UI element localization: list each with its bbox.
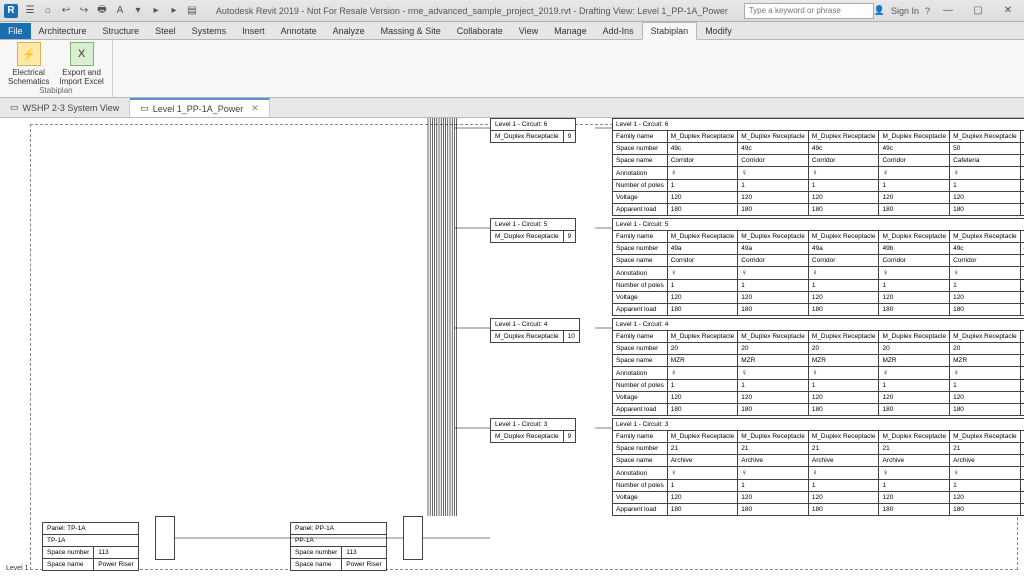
- ribbon-tab-insert[interactable]: Insert: [234, 23, 273, 39]
- receptacle-icon: ♀: [812, 268, 818, 277]
- receptacle-icon: ♀: [882, 168, 888, 177]
- qat-item[interactable]: ▤: [184, 3, 200, 19]
- minimize-button[interactable]: —: [936, 2, 960, 20]
- ribbon-tab-file[interactable]: File: [0, 23, 31, 39]
- ribbon-tab-modify[interactable]: Modify: [697, 23, 740, 39]
- ribbon-tab-architecture[interactable]: Architecture: [31, 23, 95, 39]
- app-logo: R: [4, 4, 18, 18]
- ribbon-group-stabiplan: ⚡ Electrical Schematics X Export and Imp…: [0, 40, 113, 97]
- close-button[interactable]: ✕: [996, 2, 1020, 20]
- view-tabs: ▭WSHP 2-3 System View▭Level 1_PP-1A_Powe…: [0, 98, 1024, 118]
- receptacle-icon: ♀: [741, 368, 747, 377]
- receptacle-icon: ♀: [671, 168, 677, 177]
- circuit-schedule-table: Level 1 - Circuit: 6Family nameM_Duplex …: [612, 118, 1024, 216]
- receptacle-icon: ♀: [953, 168, 959, 177]
- circuit-mini-table: Level 1 - Circuit: 4M_Duplex Receptacle1…: [490, 318, 580, 343]
- ribbon-tab-collaborate[interactable]: Collaborate: [449, 23, 511, 39]
- circuit-schedule-table: Level 1 - Circuit: 5Family nameM_Duplex …: [612, 218, 1024, 316]
- receptacle-icon: ♀: [882, 268, 888, 277]
- receptacle-icon: ♀: [671, 368, 677, 377]
- export-import-excel-button[interactable]: X Export and Import Excel: [59, 42, 103, 86]
- view-icon: ▭: [140, 103, 149, 114]
- circuit-mini-table: Level 1 - Circuit: 5M_Duplex Receptacle9: [490, 218, 576, 243]
- receptacle-icon: ♀: [953, 268, 959, 277]
- receptacle-icon: ♀: [671, 468, 677, 477]
- qat-item[interactable]: 🖶: [94, 3, 110, 19]
- sign-in-link[interactable]: Sign In: [891, 6, 919, 16]
- receptacle-icon: ♀: [812, 168, 818, 177]
- ribbon-tab-systems[interactable]: Systems: [184, 23, 235, 39]
- circuit-mini-table: Level 1 - Circuit: 3M_Duplex Receptacle9: [490, 418, 576, 443]
- circuit-mini-table: Level 1 - Circuit: 6M_Duplex Receptacle9: [490, 118, 576, 143]
- ribbon-tab-view[interactable]: View: [511, 23, 546, 39]
- title-bar: R ☰⌂↩↪🖶A▾▸▸▤ Autodesk Revit 2019 - Not F…: [0, 0, 1024, 22]
- panel-table-pp1a: Panel: PP-1A PP-1A Space number113 Space…: [290, 522, 387, 571]
- qat-item[interactable]: A: [112, 3, 128, 19]
- ribbon-tab-structure[interactable]: Structure: [95, 23, 148, 39]
- view-tab[interactable]: ▭WSHP 2-3 System View: [0, 99, 130, 116]
- qat-item[interactable]: ▸: [166, 3, 182, 19]
- ribbon-tab-stabiplan[interactable]: Stabiplan: [642, 22, 698, 40]
- ribbon-tab-annotate[interactable]: Annotate: [273, 23, 325, 39]
- qat-item[interactable]: ↪: [76, 3, 92, 19]
- panel-table-tp1a: Panel: TP-1A TP-1A Space number113 Space…: [42, 522, 139, 571]
- help-icon[interactable]: ?: [925, 6, 930, 16]
- quick-access-toolbar: ☰⌂↩↪🖶A▾▸▸▤: [22, 3, 200, 19]
- ribbon-tab-massing-site[interactable]: Massing & Site: [373, 23, 449, 39]
- window-title: Autodesk Revit 2019 - Not For Resale Ver…: [200, 6, 744, 16]
- ribbon-tab-steel[interactable]: Steel: [147, 23, 184, 39]
- panel-symbol-tp1a: [155, 516, 175, 560]
- maximize-button[interactable]: ▢: [966, 2, 990, 20]
- ribbon-tab-add-ins[interactable]: Add-Ins: [595, 23, 642, 39]
- qat-item[interactable]: ↩: [58, 3, 74, 19]
- circuit-schedule-table: Level 1 - Circuit: 4Family nameM_Duplex …: [612, 318, 1024, 416]
- titlebar-right: 👤 Sign In ? — ▢ ✕: [874, 2, 1020, 20]
- ribbon-panel: ⚡ Electrical Schematics X Export and Imp…: [0, 40, 1024, 98]
- qat-item[interactable]: ▾: [130, 3, 146, 19]
- excel-icon: X: [70, 42, 94, 66]
- receptacle-icon: ♀: [671, 268, 677, 277]
- search-input[interactable]: [744, 3, 874, 19]
- close-tab-icon[interactable]: ✕: [251, 103, 259, 114]
- schematics-icon: ⚡: [17, 42, 41, 66]
- ribbon-tab-analyze[interactable]: Analyze: [325, 23, 373, 39]
- qat-item[interactable]: ☰: [22, 3, 38, 19]
- circuit-schedule-table: Level 1 - Circuit: 3Family nameM_Duplex …: [612, 418, 1024, 516]
- login-icon[interactable]: 👤: [874, 5, 885, 16]
- view-icon: ▭: [10, 102, 19, 113]
- receptacle-icon: ♀: [953, 468, 959, 477]
- receptacle-icon: ♀: [741, 268, 747, 277]
- ribbon-tab-manage[interactable]: Manage: [546, 23, 595, 39]
- view-tab[interactable]: ▭Level 1_PP-1A_Power✕: [130, 98, 270, 117]
- receptacle-icon: ♀: [741, 168, 747, 177]
- ribbon-tabs: FileArchitectureStructureSteelSystemsIns…: [0, 22, 1024, 40]
- electrical-schematics-button[interactable]: ⚡ Electrical Schematics: [8, 42, 49, 86]
- level-label: Level 1: [6, 565, 29, 572]
- panel-symbol-pp1a: [403, 516, 423, 560]
- qat-item[interactable]: ⌂: [40, 3, 56, 19]
- receptacle-icon: ♀: [812, 368, 818, 377]
- receptacle-icon: ♀: [953, 368, 959, 377]
- receptacle-icon: ♀: [741, 468, 747, 477]
- receptacle-icon: ♀: [812, 468, 818, 477]
- drafting-canvas[interactable]: ⬚ Level 1 Panel: TP-1A TP-1A Space numbe…: [0, 118, 1024, 576]
- ribbon-group-label: Stabiplan: [39, 86, 72, 95]
- receptacle-icon: ♀: [882, 468, 888, 477]
- qat-item[interactable]: ▸: [148, 3, 164, 19]
- receptacle-icon: ♀: [882, 368, 888, 377]
